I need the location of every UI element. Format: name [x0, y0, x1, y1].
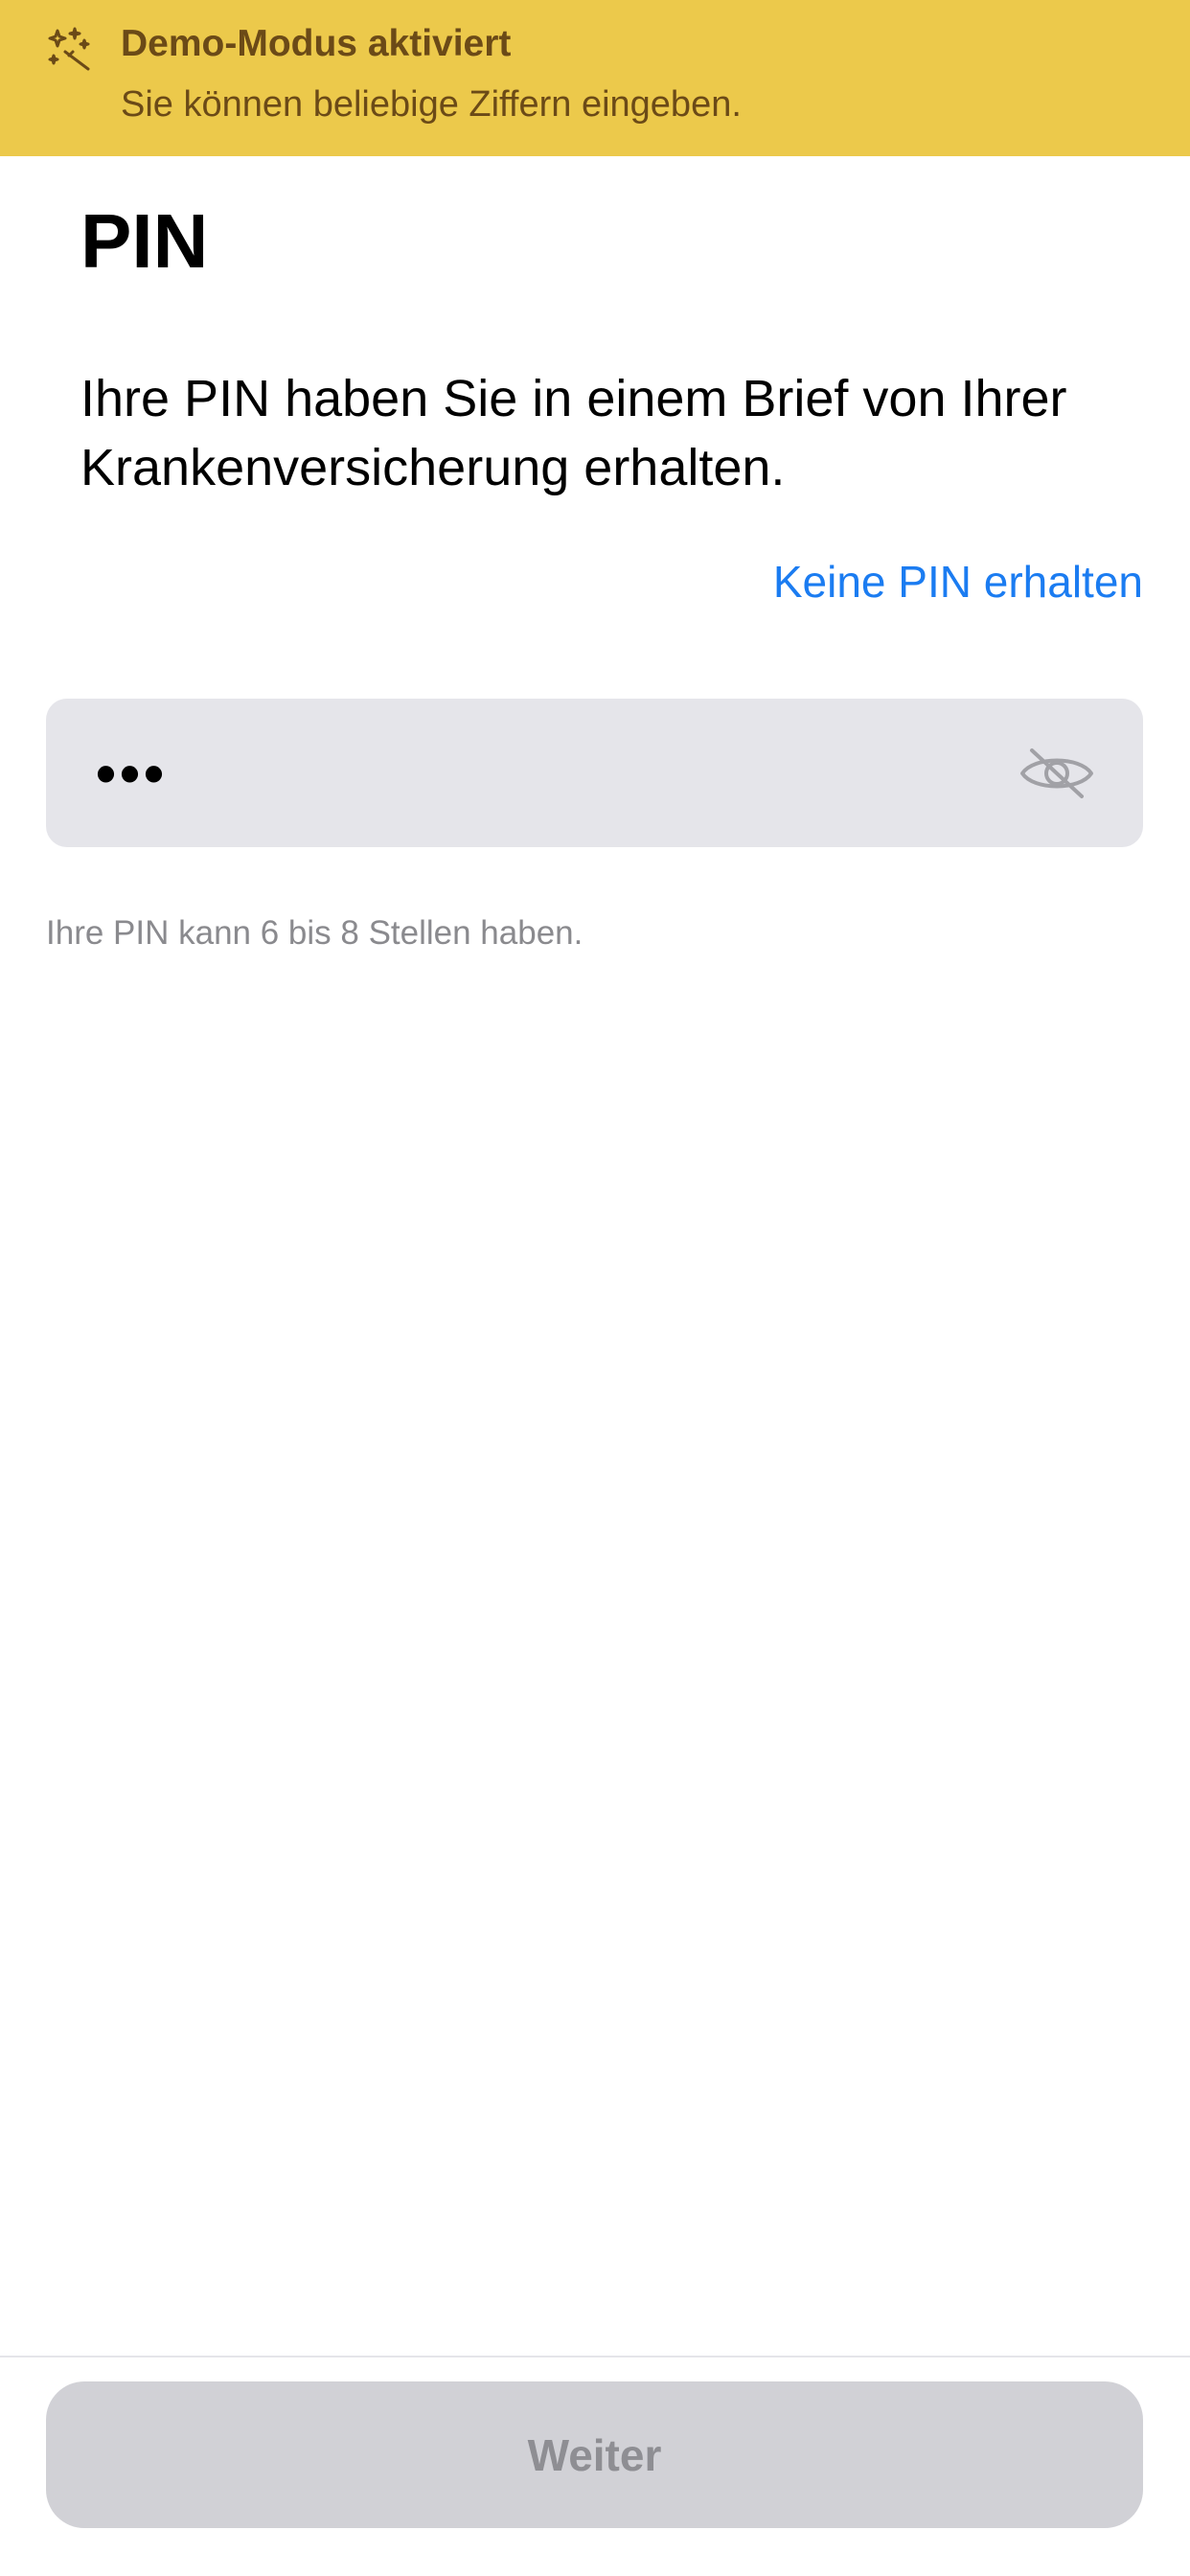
- no-pin-received-link[interactable]: Keine PIN erhalten: [773, 556, 1143, 608]
- demo-mode-banner: Demo-Modus aktiviert Sie können beliebig…: [0, 0, 1190, 156]
- demo-banner-subtitle: Sie können beliebige Ziffern eingeben.: [121, 84, 742, 125]
- pin-input-field[interactable]: •••: [46, 699, 1143, 847]
- pin-length-hint: Ihre PIN kann 6 bis 8 Stellen haben.: [46, 914, 584, 952]
- footer-divider: [0, 2356, 1190, 2358]
- demo-banner-title: Demo-Modus aktiviert: [121, 23, 512, 64]
- pin-description: Ihre PIN haben Sie in einem Brief von Ih…: [80, 370, 1067, 496]
- magic-sparkles-icon: [48, 27, 90, 71]
- pin-input-value[interactable]: •••: [96, 740, 168, 806]
- page-title: PIN: [80, 198, 209, 284]
- continue-button[interactable]: Weiter: [46, 2381, 1143, 2528]
- eye-slash-icon[interactable]: [1018, 747, 1095, 800]
